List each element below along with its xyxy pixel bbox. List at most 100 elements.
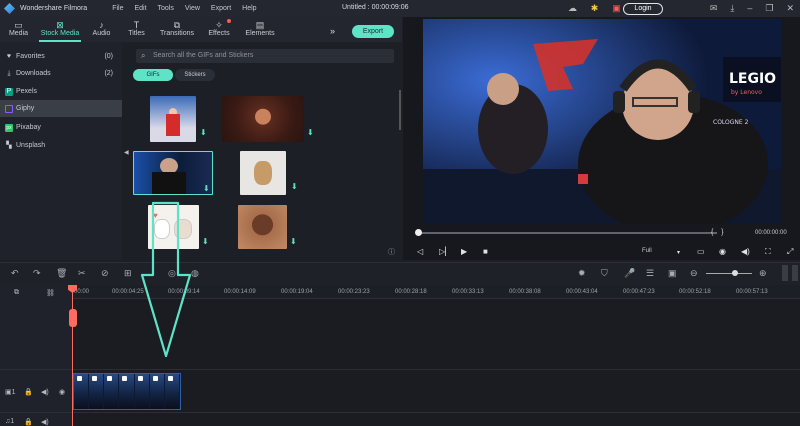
gif-thumbnail-man[interactable] bbox=[238, 205, 287, 249]
tab-audio[interactable]: ♪ Audio bbox=[85, 17, 118, 42]
more-tabs-icon[interactable]: » bbox=[330, 26, 335, 36]
menu-export[interactable]: Export bbox=[211, 5, 231, 12]
download-icon[interactable]: ⬇ bbox=[290, 237, 297, 246]
menu-view[interactable]: View bbox=[185, 5, 200, 12]
timeline-tracks[interactable] bbox=[72, 299, 800, 426]
monitor-icon[interactable]: ▭ bbox=[697, 247, 705, 256]
sidebar-item-giphy[interactable]: Giphy bbox=[0, 100, 122, 117]
video-frame: LEGIO by Lenovo COLOGNE 2 bbox=[423, 19, 781, 224]
tag-icon[interactable]: ⊘ bbox=[101, 268, 109, 279]
timeline-ruler[interactable]: 00:00 00:00:04:25 00:00:09:14 00:00:14:0… bbox=[72, 285, 800, 299]
eye-icon[interactable]: ◉ bbox=[59, 388, 65, 396]
search-input[interactable]: ⌕ Search all the GIFs and Stickers bbox=[136, 49, 394, 63]
undo-icon[interactable]: ↶ bbox=[11, 268, 19, 279]
sidebar-item-unsplash[interactable]: ▚ Unsplash bbox=[0, 137, 122, 154]
microphone-icon[interactable]: 🎤 bbox=[624, 268, 635, 279]
cloud-icon[interactable]: ☁ bbox=[567, 3, 578, 14]
volume-icon[interactable]: ◀) bbox=[741, 247, 750, 256]
gif-thumbnail-gamer[interactable] bbox=[133, 151, 213, 195]
gifs-toggle[interactable]: GIFs bbox=[133, 69, 173, 81]
mark-in-out-icon[interactable]: { } bbox=[711, 229, 723, 236]
mail-icon[interactable]: ✉ bbox=[710, 3, 718, 14]
minimize-icon[interactable]: – bbox=[747, 3, 752, 14]
redo-icon[interactable]: ↷ bbox=[33, 268, 41, 279]
step-back-icon[interactable]: ◁ bbox=[417, 247, 423, 256]
zoom-slider[interactable] bbox=[706, 273, 752, 274]
export-button[interactable]: Export bbox=[352, 25, 394, 38]
download-icon[interactable]: ⬇ bbox=[203, 184, 210, 193]
gif-thumbnail-woman[interactable] bbox=[222, 96, 304, 142]
restore-icon[interactable]: ❐ bbox=[765, 3, 773, 14]
gift-icon[interactable]: ▣ bbox=[611, 3, 622, 14]
sidebar-item-pixabay[interactable]: px Pixabay bbox=[0, 119, 122, 136]
svg-text:LEGIO: LEGIO bbox=[729, 71, 776, 87]
link-icon[interactable]: ⛓ bbox=[46, 289, 55, 297]
panel-grip[interactable] bbox=[792, 265, 798, 281]
color-icon[interactable]: ◎ bbox=[168, 268, 176, 279]
download-icon[interactable]: ⬇ bbox=[291, 182, 298, 191]
stickers-toggle[interactable]: Stickers bbox=[175, 69, 215, 81]
playhead-marker[interactable] bbox=[69, 309, 77, 327]
sidebar-item-favorites[interactable]: ♥ Favorites (0) bbox=[0, 48, 122, 65]
sidebar-item-downloads[interactable]: ⤓ Downloads (2) bbox=[0, 65, 122, 82]
title-bar: Wondershare Filmora File Edit Tools View… bbox=[0, 0, 800, 17]
ruler-tick: 00:00:09:14 bbox=[168, 289, 200, 295]
crop-icon[interactable]: ⊞ bbox=[124, 268, 132, 279]
play-back-icon[interactable]: ▷▏ bbox=[439, 247, 451, 256]
menu-tools[interactable]: Tools bbox=[158, 5, 174, 12]
render-icon[interactable]: ✹ bbox=[578, 268, 586, 279]
menu-help[interactable]: Help bbox=[242, 5, 256, 12]
tab-effects[interactable]: ✧ Effects bbox=[201, 17, 237, 42]
zoom-in-icon[interactable]: ⊕ bbox=[759, 268, 767, 279]
expand-icon[interactable]: ⤢ bbox=[787, 247, 793, 257]
gif-thumbnail-dog[interactable] bbox=[240, 151, 286, 195]
gif-thumbnail-cats[interactable]: ♥ bbox=[148, 205, 199, 249]
tab-titles[interactable]: T Titles bbox=[120, 17, 153, 42]
stock-media-icon: ⊠ bbox=[56, 20, 64, 30]
tab-transitions[interactable]: ⧉ Transitions bbox=[155, 17, 199, 42]
zoom-slider-handle[interactable] bbox=[732, 270, 738, 276]
lock-icon[interactable]: 🔒 bbox=[24, 388, 33, 396]
heart-icon: ♥ bbox=[6, 52, 12, 60]
browser-scrollbar[interactable] bbox=[399, 90, 401, 130]
volume-icon[interactable]: ◀) bbox=[41, 388, 49, 396]
collapse-panel-icon[interactable]: ◀ bbox=[124, 149, 129, 156]
fullscreen-icon[interactable]: ⛶ bbox=[765, 247, 771, 257]
menu-edit[interactable]: Edit bbox=[134, 5, 146, 12]
clip-frame bbox=[119, 374, 135, 409]
tab-stock-media[interactable]: ⊠ Stock Media bbox=[37, 17, 83, 42]
delete-icon[interactable]: 🗑 bbox=[56, 268, 67, 279]
scrubber-handle[interactable] bbox=[415, 229, 422, 236]
download-icon[interactable]: ⤓ bbox=[730, 3, 734, 14]
download-icon[interactable]: ⬇ bbox=[200, 128, 207, 137]
snapshot-icon[interactable]: ▣ bbox=[668, 268, 677, 279]
menu-file[interactable]: File bbox=[112, 5, 123, 12]
volume-icon[interactable]: ◀) bbox=[41, 418, 49, 426]
cut-icon[interactable]: ✂ bbox=[78, 268, 86, 279]
close-icon[interactable]: ✕ bbox=[786, 3, 794, 14]
lock-icon[interactable]: 🔒 bbox=[24, 418, 33, 426]
lightbulb-icon[interactable]: ✱ bbox=[589, 3, 600, 14]
download-icon[interactable]: ⬇ bbox=[202, 237, 209, 246]
speed-icon[interactable]: ◍ bbox=[191, 268, 199, 279]
playhead-line[interactable] bbox=[72, 288, 73, 426]
tab-elements[interactable]: ▤ Elements bbox=[239, 17, 281, 42]
play-icon[interactable]: ▶ bbox=[461, 247, 467, 256]
sidebar-item-pexels[interactable]: P Pexels bbox=[0, 83, 122, 100]
video-clip[interactable] bbox=[73, 373, 181, 410]
preview-scrubber[interactable] bbox=[417, 232, 717, 234]
zoom-out-icon[interactable]: ⊖ bbox=[690, 268, 698, 279]
stop-icon[interactable]: ■ bbox=[483, 247, 488, 256]
quality-select[interactable]: Full bbox=[642, 248, 652, 254]
camera-icon[interactable]: ◉ bbox=[719, 247, 726, 256]
gif-thumbnail-player[interactable] bbox=[150, 96, 196, 142]
login-button[interactable]: Login bbox=[623, 3, 663, 15]
tab-media[interactable]: ▭ Media bbox=[2, 17, 35, 42]
panel-grip[interactable] bbox=[782, 265, 788, 281]
chevron-down-icon[interactable]: ▾ bbox=[677, 249, 680, 256]
download-icon[interactable]: ⬇ bbox=[307, 128, 314, 137]
voiceover-icon[interactable]: ☰ bbox=[646, 268, 654, 279]
info-icon[interactable]: ⓘ bbox=[388, 247, 395, 257]
shield-icon[interactable]: ⛉ bbox=[601, 268, 608, 279]
add-track-icon[interactable]: ⧉ bbox=[14, 289, 19, 297]
